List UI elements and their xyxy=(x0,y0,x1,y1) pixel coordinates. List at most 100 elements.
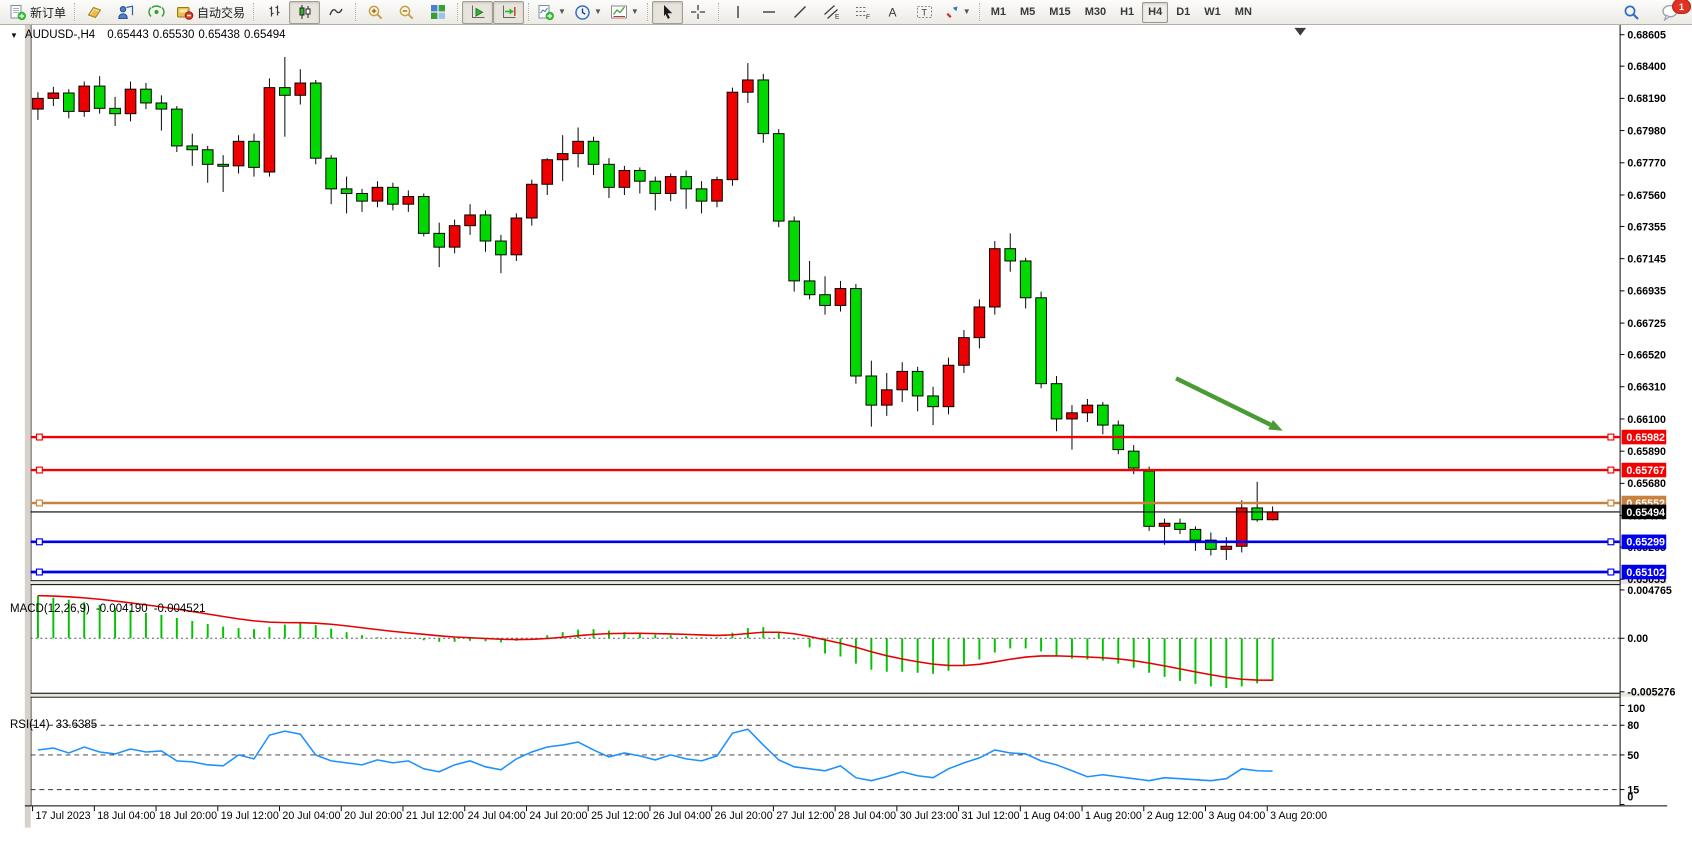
timeframe-button-d1[interactable]: D1 xyxy=(1170,2,1196,23)
macd-value: -0.004190 xyxy=(96,603,148,615)
svg-text:19 Jul 12:00: 19 Jul 12:00 xyxy=(221,810,279,822)
periods-button[interactable]: ▼ xyxy=(570,1,606,24)
svg-text:0.68190: 0.68190 xyxy=(1627,93,1666,105)
candlestick-button[interactable] xyxy=(289,1,320,24)
chart-canvas[interactable]: 0.686050.684000.681900.679800.677700.675… xyxy=(0,25,1692,852)
collapse-triangle-icon[interactable]: ▼ xyxy=(10,31,18,40)
svg-text:0.66725: 0.66725 xyxy=(1627,318,1666,330)
svg-text:0.68400: 0.68400 xyxy=(1627,61,1666,73)
svg-text:30 Jul 23:00: 30 Jul 23:00 xyxy=(900,810,958,822)
svg-text:0.66100: 0.66100 xyxy=(1627,414,1666,426)
macd-indicator-label: MACD(12,26,9) -0.004190 -0.004521 xyxy=(10,603,205,615)
label-button[interactable]: T xyxy=(909,1,940,24)
svg-text:25 Jul 12:00: 25 Jul 12:00 xyxy=(591,810,649,822)
tile-windows-button[interactable] xyxy=(422,1,453,24)
svg-text:0.00: 0.00 xyxy=(1627,633,1648,645)
cursor-button[interactable] xyxy=(652,1,683,24)
autotrade-button[interactable]: 自动交易 xyxy=(172,1,249,24)
text-button[interactable]: A xyxy=(878,1,909,24)
hline-price-label: 0.65102 xyxy=(1626,567,1665,579)
signal-icon xyxy=(148,4,165,20)
toolbar-separator xyxy=(528,3,529,21)
svg-text:18 Jul 04:00: 18 Jul 04:00 xyxy=(97,810,155,822)
profile-button[interactable] xyxy=(110,1,141,24)
chevron-down-icon[interactable]: ▼ xyxy=(594,8,602,16)
autoscroll-icon xyxy=(470,4,486,20)
line-chart-button[interactable] xyxy=(320,1,351,24)
timeframe-button-h4[interactable]: H4 xyxy=(1142,2,1168,23)
timeframe-button-w1[interactable]: W1 xyxy=(1198,2,1227,23)
crosshair-icon xyxy=(690,4,706,20)
arrows-button[interactable]: ▼ xyxy=(940,1,975,24)
svg-text:0.004765: 0.004765 xyxy=(1627,585,1672,597)
zoom-out-button[interactable] xyxy=(391,1,422,24)
chevron-down-icon[interactable]: ▼ xyxy=(963,8,971,16)
arrows-icon xyxy=(944,4,960,20)
macd-title: MACD(12,26,9) xyxy=(10,603,90,615)
svg-text:0.67980: 0.67980 xyxy=(1627,125,1666,137)
text-label-icon: T xyxy=(916,4,933,20)
autoscroll-button[interactable] xyxy=(462,1,493,24)
toolbar-separator xyxy=(647,3,648,21)
svg-text:0.67355: 0.67355 xyxy=(1627,221,1666,233)
svg-text:0.65680: 0.65680 xyxy=(1627,478,1666,490)
svg-text:80: 80 xyxy=(1627,720,1639,732)
signals-button[interactable] xyxy=(141,1,172,24)
notifications-button[interactable]: 1 xyxy=(1655,1,1686,24)
timeframe-button-m15[interactable]: M15 xyxy=(1043,2,1076,23)
rsi-value: 33.6385 xyxy=(56,719,98,731)
svg-text:3 Aug 04:00: 3 Aug 04:00 xyxy=(1208,810,1265,822)
autotrade-button-label: 自动交易 xyxy=(197,4,245,21)
new-order-button[interactable]: 新订单 xyxy=(5,1,70,24)
timeframe-button-m5[interactable]: M5 xyxy=(1014,2,1041,23)
svg-text:3 Aug 20:00: 3 Aug 20:00 xyxy=(1270,810,1327,822)
hline-price-label: 0.65299 xyxy=(1626,537,1665,549)
chart-title: ▼ AUDUSD-,H4 0.65443 0.65530 0.65438 0.6… xyxy=(10,29,286,41)
chart-shift-button[interactable] xyxy=(493,1,524,24)
horizontal-line-icon xyxy=(761,4,777,20)
chevron-down-icon[interactable]: ▼ xyxy=(558,8,566,16)
line-chart-icon xyxy=(328,4,344,20)
svg-text:0.67560: 0.67560 xyxy=(1627,190,1666,202)
svg-text:E: E xyxy=(835,14,840,21)
crosshair-button[interactable] xyxy=(683,1,714,24)
clock-icon xyxy=(574,4,591,21)
templates-button[interactable]: ▼ xyxy=(606,1,643,24)
timeframe-button-m30[interactable]: M30 xyxy=(1079,2,1112,23)
zoom-in-button[interactable] xyxy=(360,1,391,24)
chevron-down-icon[interactable]: ▼ xyxy=(631,8,639,16)
timeframe-button-h1[interactable]: H1 xyxy=(1114,2,1140,23)
market-watch-button[interactable] xyxy=(79,1,110,24)
svg-text:28 Jul 04:00: 28 Jul 04:00 xyxy=(838,810,896,822)
text-icon: A xyxy=(886,4,900,20)
search-button[interactable] xyxy=(1616,1,1647,24)
templates-icon xyxy=(610,4,628,20)
toolbar-separator xyxy=(74,3,75,21)
rsi-indicator-label: RSI(14) 33.6385 xyxy=(10,719,97,731)
timeframe-button-mn[interactable]: MN xyxy=(1229,2,1258,23)
trendline-button[interactable] xyxy=(785,1,816,24)
svg-text:24 Jul 04:00: 24 Jul 04:00 xyxy=(468,810,526,822)
autotrade-icon xyxy=(176,4,194,20)
svg-text:17 Jul 2023: 17 Jul 2023 xyxy=(36,810,91,822)
toolbar-buttons: 新订单 自动交易 ▼ ▼ ▼ EFAT ▼ M1M5M15M30H1H4D1W1MN xyxy=(5,1,1259,24)
vertical-line-button[interactable] xyxy=(723,1,754,24)
bar-chart-button[interactable] xyxy=(258,1,289,24)
timeframe-button-m1[interactable]: M1 xyxy=(985,2,1012,23)
svg-text:24 Jul 20:00: 24 Jul 20:00 xyxy=(529,810,587,822)
hline-price-label: 0.65767 xyxy=(1626,465,1665,477)
channel-button[interactable]: E xyxy=(816,1,847,24)
svg-text:50: 50 xyxy=(1627,750,1639,762)
rsi-title: RSI(14) xyxy=(10,719,50,731)
chart-symbol: AUDUSD-,H4 xyxy=(25,29,95,41)
toolbar-separator xyxy=(457,3,458,21)
svg-text:26 Jul 20:00: 26 Jul 20:00 xyxy=(715,810,773,822)
svg-text:0.66520: 0.66520 xyxy=(1627,349,1666,361)
fibonacci-button[interactable]: F xyxy=(847,1,878,24)
svg-text:0.65890: 0.65890 xyxy=(1627,446,1666,458)
main-toolbar: 新订单 自动交易 ▼ ▼ ▼ EFAT ▼ M1M5M15M30H1H4D1W1MN 1 xyxy=(0,0,1692,25)
indicators-button[interactable]: ▼ xyxy=(533,1,570,24)
horizontal-line-button[interactable] xyxy=(754,1,785,24)
hline-price-label: 0.65494 xyxy=(1626,507,1665,519)
gold-tag-icon xyxy=(86,4,103,20)
